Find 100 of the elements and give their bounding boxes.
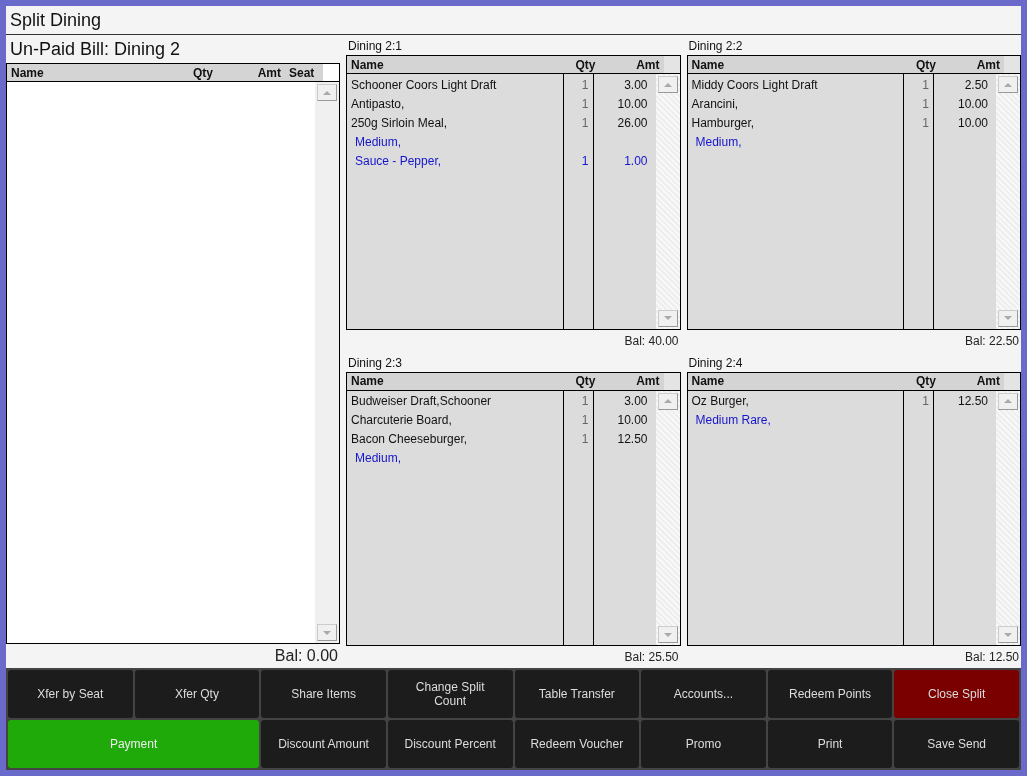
item-qty: 1 [581, 115, 589, 130]
scrollbar[interactable] [315, 82, 339, 643]
item-amount: 26.00 [617, 115, 648, 130]
item-name[interactable]: Bacon Cheeseburger, [351, 432, 468, 446]
header-corner [663, 56, 680, 73]
scrollbar[interactable] [996, 74, 1020, 329]
action-button[interactable]: Redeem Voucher [514, 720, 640, 768]
up-arrow-icon [323, 90, 331, 95]
column-header: Name [350, 373, 385, 390]
item-name[interactable]: Schooner Coors Light Draft [351, 77, 497, 92]
scroll-down-button[interactable] [657, 309, 678, 327]
item-name[interactable]: Oz Burger, [691, 394, 749, 408]
item-qty: 1 [581, 432, 589, 446]
item-name[interactable]: Budweiser Draft,Schooner [351, 394, 492, 408]
item-amount: 10.00 [617, 96, 648, 111]
action-button[interactable]: Table Transfer [514, 670, 640, 718]
up-arrow-icon [1004, 399, 1012, 403]
scroll-up-button[interactable] [657, 392, 678, 410]
scroll-down-button[interactable] [998, 309, 1018, 327]
header-corner [1004, 372, 1020, 390]
balance-label: Bal: 22.50 [963, 332, 1020, 350]
scrollbar[interactable] [655, 390, 680, 645]
item-amount: 12.50 [617, 432, 648, 446]
item-name[interactable]: Medium, [695, 134, 742, 149]
action-button[interactable]: Xfer by Seat [8, 670, 133, 718]
action-button[interactable]: Xfer Qty [134, 670, 260, 718]
action-button[interactable]: Share Items [261, 670, 386, 718]
header-corner [323, 64, 339, 81]
item-qty: 1 [922, 394, 929, 408]
item-name[interactable]: Medium Rare, [695, 413, 771, 427]
item-name[interactable]: 250g Sirloin Meal, [351, 115, 448, 130]
balance-label: Bal: 12.50 [963, 649, 1020, 666]
item-qty: 1 [581, 153, 589, 168]
action-button[interactable]: Save Send [894, 720, 1019, 768]
item-qty: 1 [922, 96, 929, 111]
item-amount: 10.00 [957, 96, 988, 111]
column-header: Name [690, 56, 726, 73]
column-header: Qty [574, 373, 597, 390]
down-arrow-icon [323, 630, 331, 635]
item-amount: 10.00 [617, 413, 648, 427]
column-header: Qty [192, 64, 214, 81]
scroll-up-button[interactable] [998, 76, 1018, 93]
action-button[interactable]: Change Split Count [387, 670, 513, 718]
column-header: Qty [915, 56, 937, 73]
column-header: Amt [975, 56, 1001, 73]
split-list[interactable]: Name Qty Amt Schooner Coors Light Draft Antipasto, 250g Sirloin Meal, Medium, Sauce - Pepper, 1 1 1 1 3.00 10.00 26.00 1.00 [346, 55, 681, 330]
column-header: Name [350, 56, 385, 73]
balance-label: Bal: 25.50 [623, 649, 680, 666]
scroll-up-button[interactable] [657, 76, 678, 93]
action-button[interactable]: Print [767, 720, 893, 768]
item-qty: 1 [581, 394, 589, 408]
item-qty: 1 [922, 77, 929, 92]
action-button[interactable]: Discount Amount [261, 720, 386, 768]
item-name[interactable]: Medium, [355, 134, 401, 149]
down-arrow-icon [1004, 632, 1012, 637]
split-title: Dining 2:1 [347, 38, 404, 55]
item-name[interactable]: Medium, [355, 451, 401, 465]
column-header: Amt [975, 373, 1001, 390]
item-amount: 3.00 [624, 77, 648, 92]
up-arrow-icon [663, 82, 672, 87]
action-button[interactable]: Promo [641, 720, 766, 768]
column-header: Qty [915, 373, 937, 390]
split-list[interactable]: Name Qty Amt Oz Burger, Medium Rare, 1 12.50 [686, 371, 1021, 646]
down-arrow-icon [1004, 316, 1012, 320]
action-button[interactable]: Redeem Points [767, 670, 893, 718]
column-header: Amt [635, 56, 661, 73]
split-list[interactable]: Name Qty Amt Middy Coors Light Draft Arancini, Hamburger, Medium, 1 1 1 2.50 10.00 10.00 [686, 55, 1021, 330]
column-header: Name [690, 373, 726, 390]
up-arrow-icon [663, 399, 672, 403]
item-name[interactable]: Middy Coors Light Draft [691, 77, 818, 92]
up-arrow-icon [1004, 82, 1012, 87]
scroll-down-button[interactable] [657, 626, 678, 643]
item-name[interactable]: Arancini, [691, 96, 739, 111]
item-name[interactable]: Antipasto, [351, 96, 405, 111]
item-name[interactable]: Sauce - Pepper, [355, 153, 442, 168]
bill-list[interactable]: Name Qty Amt Seat [6, 63, 340, 644]
item-qty: 1 [581, 413, 589, 427]
split-list[interactable]: Name Qty Amt Budweiser Draft,Schooner Charcuterie Board, Bacon Cheeseburger, Medium, 1 1 1 3.00 10.00 12.50 [346, 371, 681, 646]
scroll-down-button[interactable] [998, 626, 1018, 643]
scroll-up-button[interactable] [998, 392, 1018, 410]
item-name[interactable]: Hamburger, [691, 115, 755, 130]
down-arrow-icon [663, 316, 672, 320]
scrollbar[interactable] [655, 74, 680, 329]
column-header: Seat [288, 64, 316, 81]
item-amount: 1.00 [624, 153, 648, 168]
split-title: Dining 2:2 [687, 38, 744, 55]
scroll-up-button[interactable] [317, 84, 337, 101]
scrollbar[interactable] [996, 390, 1020, 645]
item-name[interactable]: Charcuterie Board, [351, 413, 452, 427]
action-button[interactable]: Close Split [894, 670, 1019, 718]
item-amount: 2.50 [964, 77, 988, 92]
item-amount: 12.50 [957, 394, 988, 408]
action-button[interactable]: Discount Percent [387, 720, 513, 768]
scroll-down-button[interactable] [317, 624, 337, 641]
action-button[interactable]: Accounts... [641, 670, 766, 718]
column-header: Qty [574, 56, 597, 73]
header-corner [1004, 56, 1020, 73]
item-qty: 1 [581, 96, 589, 111]
item-qty: 1 [581, 77, 589, 92]
split-title: Dining 2:3 [347, 354, 404, 372]
